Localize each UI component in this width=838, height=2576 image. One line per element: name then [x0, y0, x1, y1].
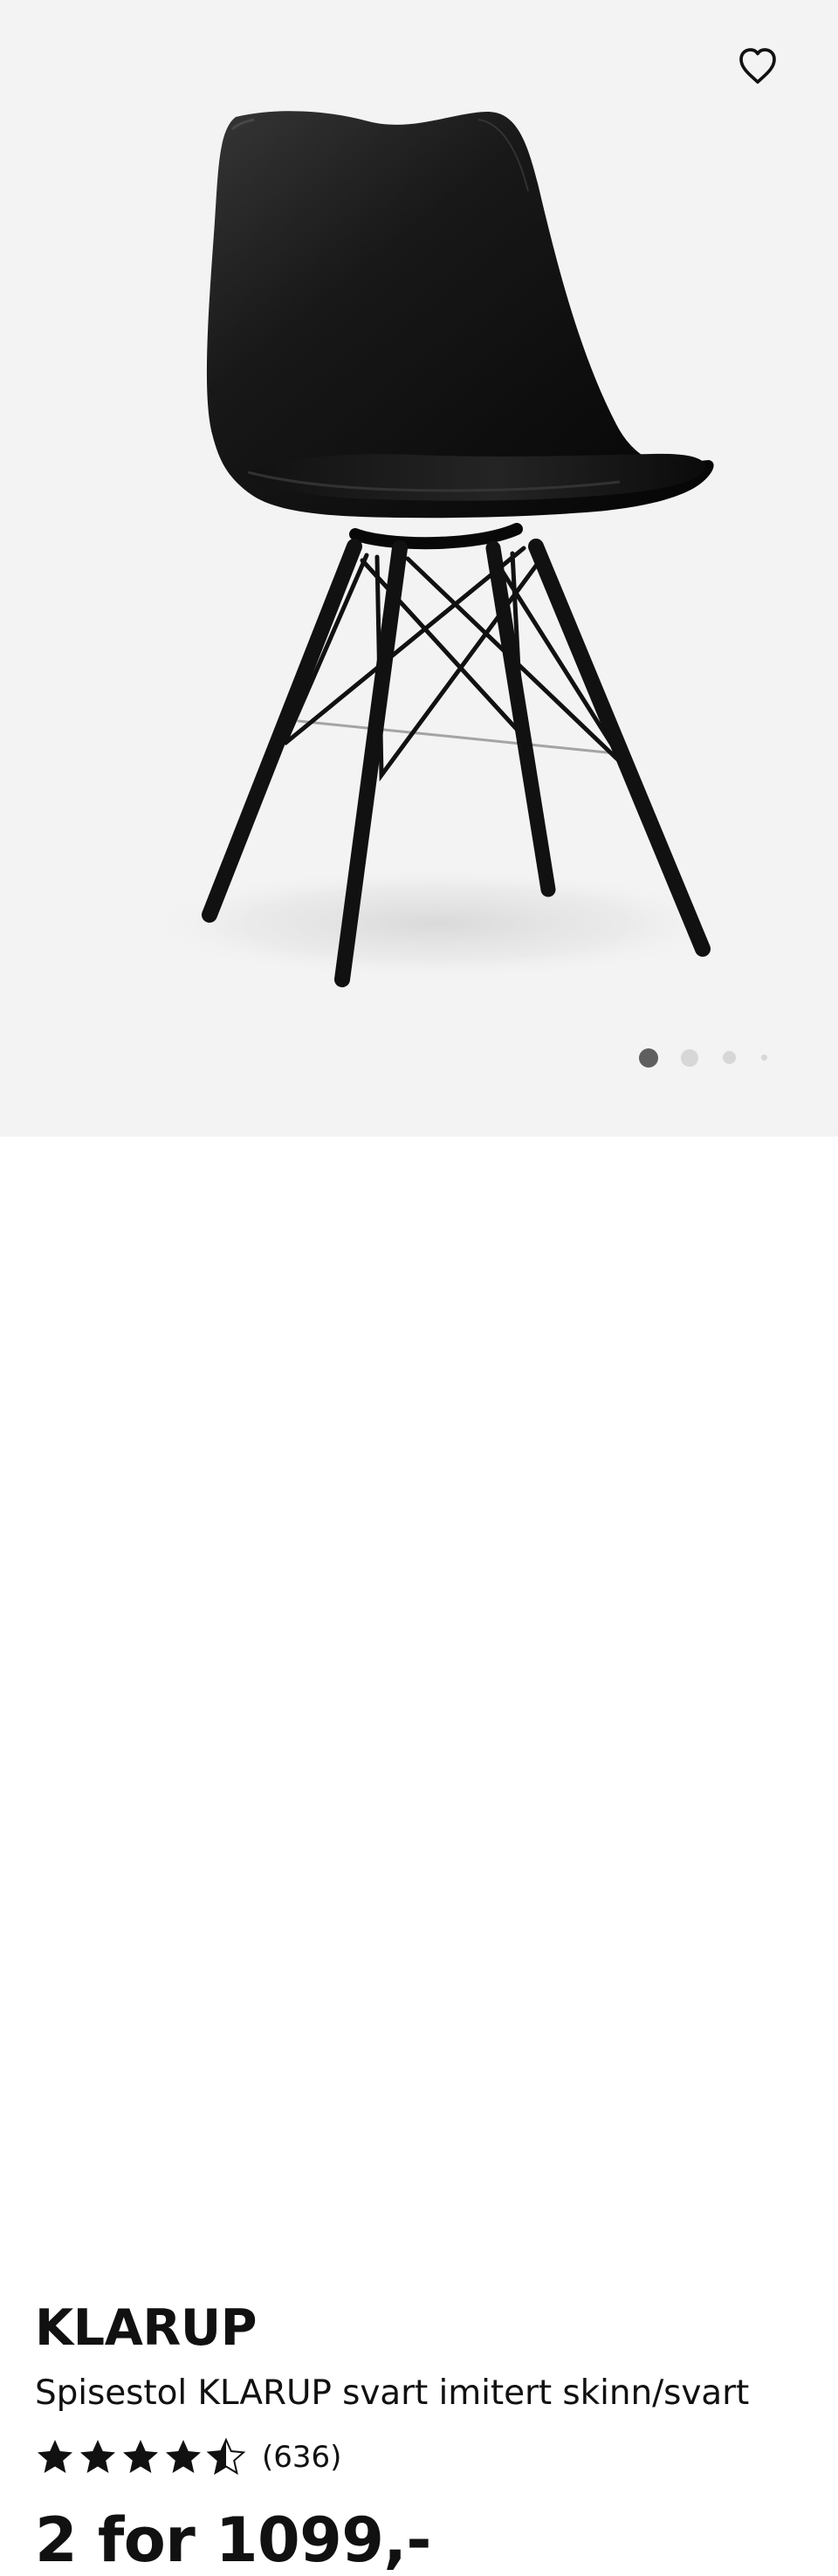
product-image-gallery[interactable] [0, 0, 838, 1137]
black-dining-chair-image [140, 111, 733, 987]
rating-stars [35, 2437, 246, 2477]
star-icon [38, 2440, 72, 2473]
product-page: KLARUP Spisestol KLARUP svart imitert sk… [0, 0, 838, 2575]
carousel-dot-1[interactable] [639, 1048, 658, 1068]
carousel-dot-3[interactable] [723, 1051, 736, 1064]
review-count[interactable]: (636) [262, 2437, 341, 2477]
star-icon [80, 2440, 115, 2473]
image-carousel-indicators[interactable] [639, 1048, 770, 1068]
carousel-dot-4[interactable] [761, 1054, 767, 1061]
heart-outline-icon [739, 48, 776, 84]
product-rating[interactable]: (636) [35, 2437, 341, 2477]
star-icon [166, 2440, 201, 2473]
product-price: 2 for 1099,- [35, 2504, 431, 2576]
half-star-icon [206, 2437, 246, 2476]
product-brand: KLARUP [35, 2299, 258, 2357]
carousel-dot-2[interactable] [681, 1049, 698, 1067]
product-details: KLARUP Spisestol KLARUP svart imitert sk… [0, 1137, 838, 2575]
favorite-button[interactable] [735, 44, 780, 89]
product-description: Spisestol KLARUP svart imitert skinn/sva… [35, 2373, 750, 2413]
star-icon [123, 2440, 158, 2473]
